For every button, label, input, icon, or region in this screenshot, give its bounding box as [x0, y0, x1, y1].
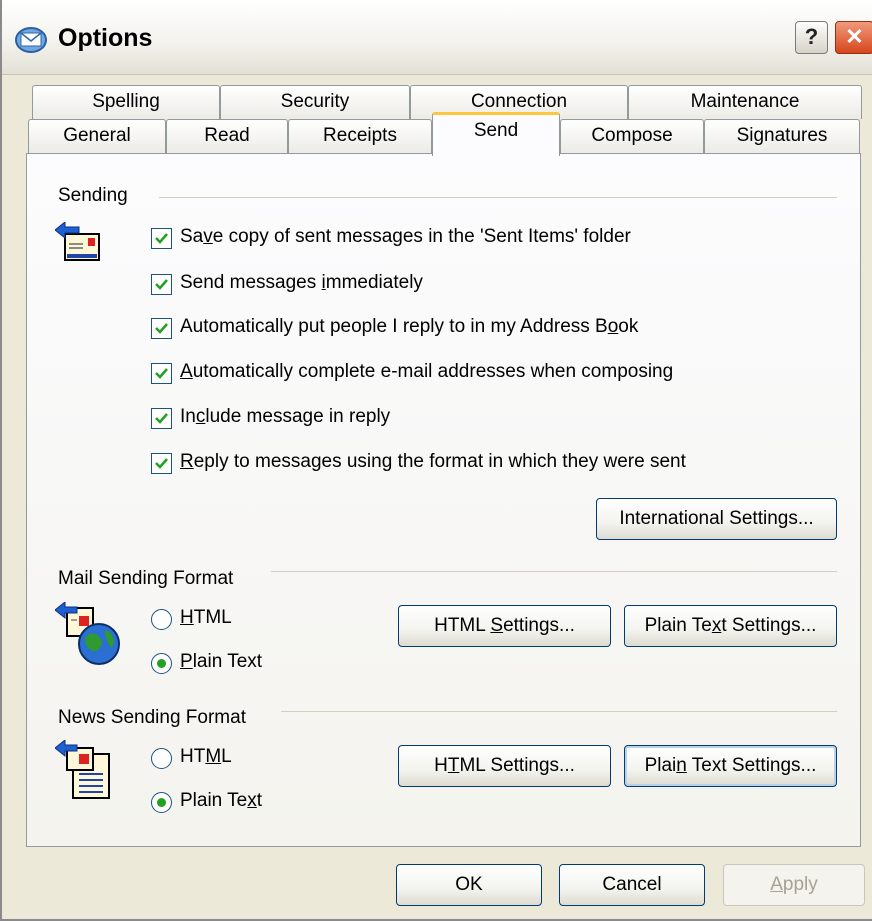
send-immediately-checkbox[interactable]: [151, 274, 172, 295]
sending-divider: [159, 197, 837, 198]
include-message-label[interactable]: Include message in reply: [180, 406, 390, 428]
news-format-divider: [281, 711, 837, 712]
mail-html-settings-button[interactable]: HTML Settings...: [398, 605, 611, 647]
mail-html-radio[interactable]: [151, 609, 172, 630]
apply-button[interactable]: Apply: [723, 864, 865, 906]
mail-format-heading: Mail Sending Format: [58, 568, 234, 589]
news-plain-text-radio[interactable]: [151, 792, 172, 813]
tab-send[interactable]: Send: [432, 112, 560, 156]
send-tab-panel: Sending Save copy of sent messages in th…: [26, 153, 861, 847]
tab-security[interactable]: Security: [220, 85, 410, 119]
ok-button[interactable]: OK: [396, 864, 542, 906]
tab-read[interactable]: Read: [166, 119, 288, 153]
international-settings-button[interactable]: International Settings...: [596, 498, 837, 540]
reply-format-checkbox[interactable]: [151, 453, 172, 474]
tab-signatures[interactable]: Signatures: [704, 119, 860, 153]
save-copy-checkbox[interactable]: [151, 228, 172, 249]
save-copy-label[interactable]: Save copy of sent messages in the 'Sent …: [180, 226, 631, 248]
help-button[interactable]: ?: [795, 21, 828, 54]
auto-add-address-label[interactable]: Automatically put people I reply to in m…: [180, 316, 638, 338]
news-format-heading: News Sending Format: [58, 707, 246, 728]
close-button[interactable]: ✕: [835, 21, 872, 54]
tab-general[interactable]: General: [28, 119, 166, 153]
auto-add-address-checkbox[interactable]: [151, 318, 172, 339]
tab-compose[interactable]: Compose: [560, 119, 704, 153]
window-title: Options: [58, 24, 153, 52]
cancel-button[interactable]: Cancel: [559, 864, 705, 906]
news-plain-text-settings-button[interactable]: Plain Text Settings...: [624, 745, 837, 787]
auto-complete-label[interactable]: Automatically complete e-mail addresses …: [180, 361, 673, 383]
mail-plain-text-radio[interactable]: [151, 653, 172, 674]
tab-maintenance[interactable]: Maintenance: [628, 85, 862, 119]
outbox-mail-icon: [54, 220, 101, 272]
mail-html-label[interactable]: HTML: [180, 607, 232, 629]
news-html-radio[interactable]: [151, 748, 172, 769]
radio-selected-dot: [157, 798, 166, 807]
news-document-icon: [54, 738, 125, 812]
reply-format-label[interactable]: Reply to messages using the format in wh…: [180, 451, 686, 473]
auto-complete-checkbox[interactable]: [151, 363, 172, 384]
news-plain-text-label[interactable]: Plain Text: [180, 790, 262, 812]
mail-globe-icon: [54, 600, 125, 674]
send-immediately-label[interactable]: Send messages immediately: [180, 272, 423, 294]
include-message-checkbox[interactable]: [151, 408, 172, 429]
news-html-settings-button[interactable]: HTML Settings...: [398, 745, 611, 787]
tab-receipts[interactable]: Receipts: [288, 119, 432, 153]
tab-spelling[interactable]: Spelling: [32, 85, 220, 119]
outlook-express-icon: [14, 24, 48, 54]
title-bar[interactable]: Options ? ✕: [2, 0, 872, 75]
close-icon: ✕: [845, 24, 864, 49]
radio-selected-dot: [157, 659, 166, 668]
mail-plain-text-settings-button[interactable]: Plain Text Settings...: [624, 605, 837, 647]
sending-heading: Sending: [58, 185, 128, 206]
options-dialog: Options ? ✕ Spelling Security Connection…: [0, 0, 872, 921]
mail-plain-text-label[interactable]: Plain Text: [180, 651, 262, 673]
news-html-label[interactable]: HTML: [180, 746, 232, 768]
mail-format-divider: [271, 571, 837, 572]
